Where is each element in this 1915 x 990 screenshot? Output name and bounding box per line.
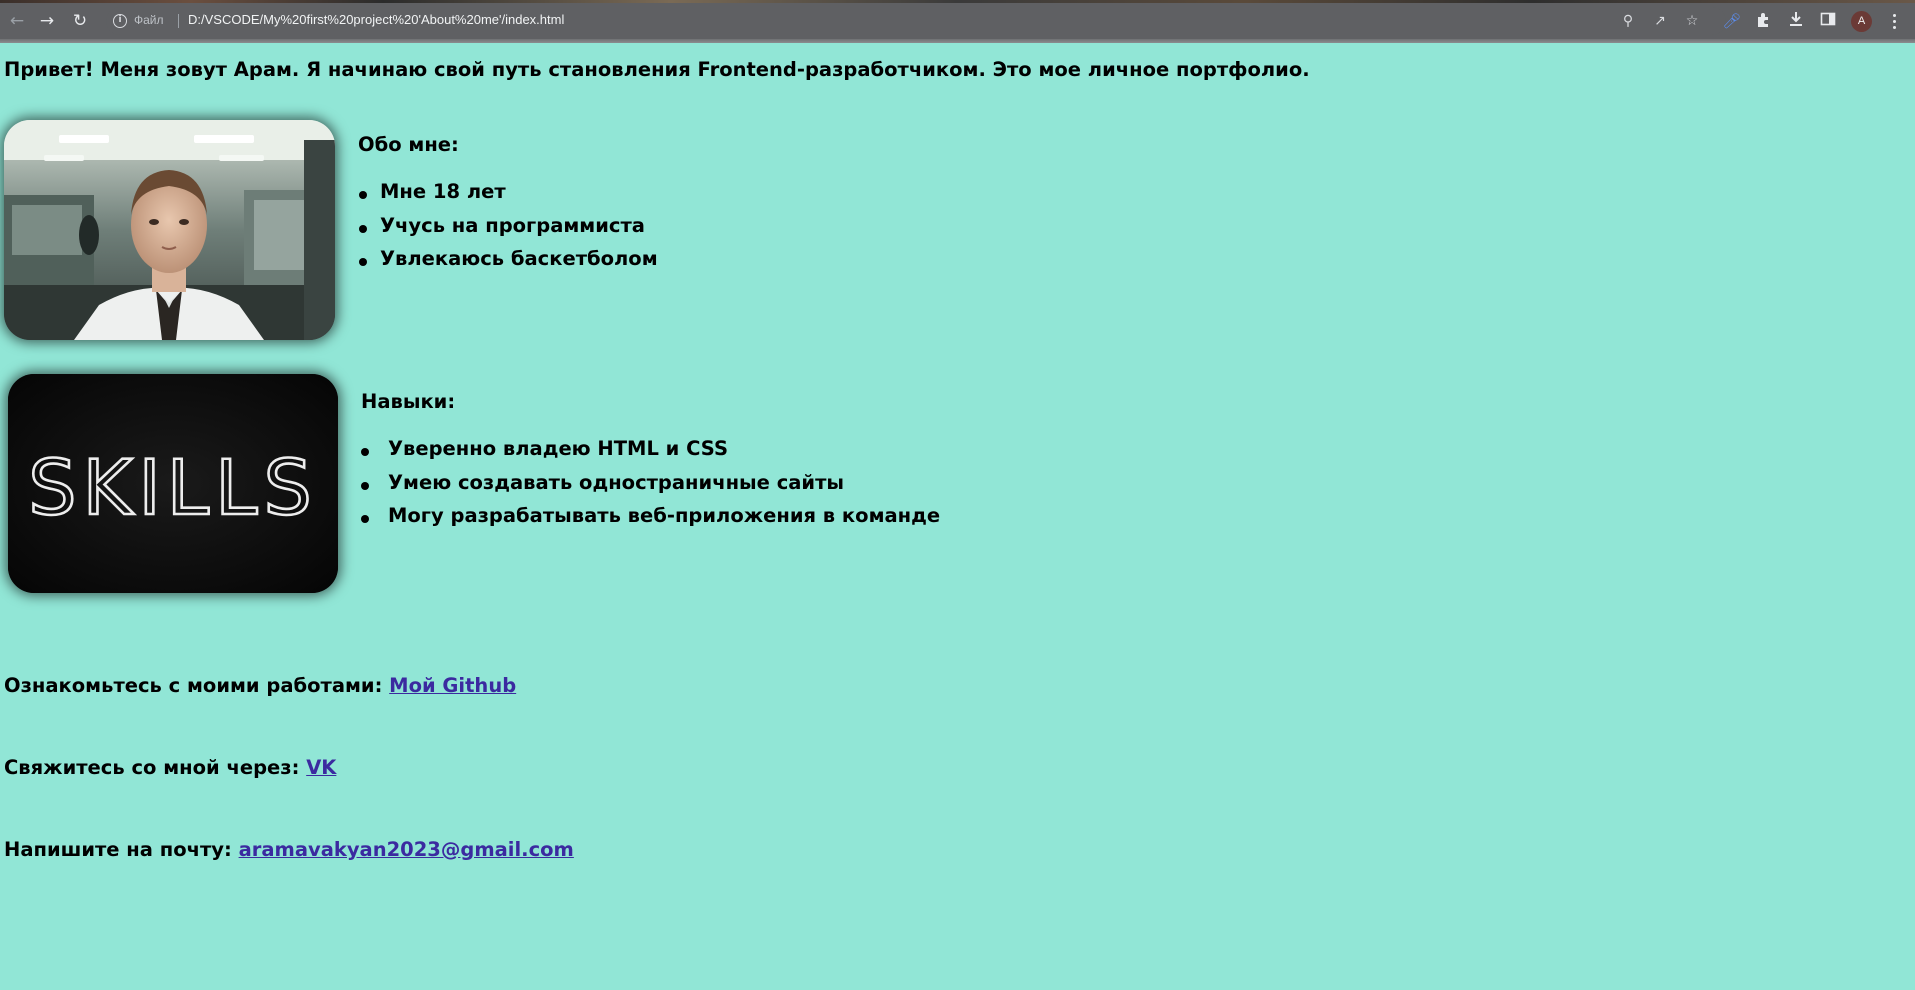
mail-line: Напишите на почту: aramavakyan2023@gmail… [4,838,574,861]
office-portrait-image [4,120,335,340]
reload-icon[interactable]: ↻ [69,10,91,32]
list-item-label: Увлекаюсь баскетболом [380,247,658,270]
skills-heading: Навыки: [361,390,456,413]
file-scheme-label: Файл [134,13,164,27]
works-line: Ознакомьтесь с моими работами: Мой Githu… [4,674,516,697]
zoom-icon[interactable]: ⚲ [1620,13,1636,29]
vk-link[interactable]: VK [306,756,336,779]
github-link[interactable]: Мой Github [389,674,516,697]
bookmark-star-icon[interactable]: ☆ [1684,13,1700,29]
contact-label: Свяжитесь со мной через: [4,756,300,779]
profile-photo [4,120,335,340]
site-info-icon[interactable]: i [113,14,127,28]
browser-toolbar: ← → ↻ i Файл D:/VSCODE/My%20first%20proj… [0,0,1915,43]
skills-chalk-text: SKILLS [28,443,317,532]
address-separator [178,14,179,28]
tab-strip-edge [0,0,1915,3]
about-heading: Обо мне: [358,133,459,156]
list-item-label: Могу разрабатывать веб-приложения в кома… [388,504,941,527]
menu-kebab-icon[interactable] [1889,11,1899,31]
page-body: Привет! Меня зовут Арам. Я начинаю свой … [0,43,1915,990]
forward-arrow-icon[interactable]: → [36,10,58,32]
bullet-icon [359,224,367,233]
extensions-puzzle-icon[interactable] [1754,11,1774,31]
works-label: Ознакомьтесь с моими работами: [4,674,383,697]
skills-image: SKILLS [8,374,338,593]
list-item-label: Уверенно владею HTML и CSS [388,437,728,460]
bullet-icon [361,448,369,456]
chalk-skills-image: SKILLS [8,374,338,593]
url-text[interactable]: D:/VSCODE/My%20first%20project%20'About%… [188,12,564,27]
bullet-icon [361,481,369,490]
side-panel-icon[interactable] [1818,11,1838,31]
share-icon[interactable]: ↗ [1652,13,1668,29]
intro-text: Привет! Меня зовут Арам. Я начинаю свой … [4,58,1310,81]
address-bar[interactable]: i Файл D:/VSCODE/My%20first%20project%20… [106,7,1726,35]
contact-line: Свяжитесь со мной через: VK [4,756,336,779]
bullet-icon [359,258,367,266]
list-item-label: Учусь на программиста [380,213,645,237]
list-item-label: Умею создавать одностраничные сайты [388,470,845,494]
download-icon[interactable] [1786,11,1806,31]
bullet-icon [361,515,369,523]
bullet-icon [359,191,367,199]
microphone-icon[interactable]: 🎤︎ [1722,11,1742,31]
profile-avatar[interactable]: A [1851,11,1872,32]
back-arrow-icon[interactable]: ← [6,10,28,32]
list-item-label: Мне 18 лет [380,180,506,203]
mail-label: Напишите на почту: [4,838,232,861]
email-link[interactable]: aramavakyan2023@gmail.com [239,838,574,861]
